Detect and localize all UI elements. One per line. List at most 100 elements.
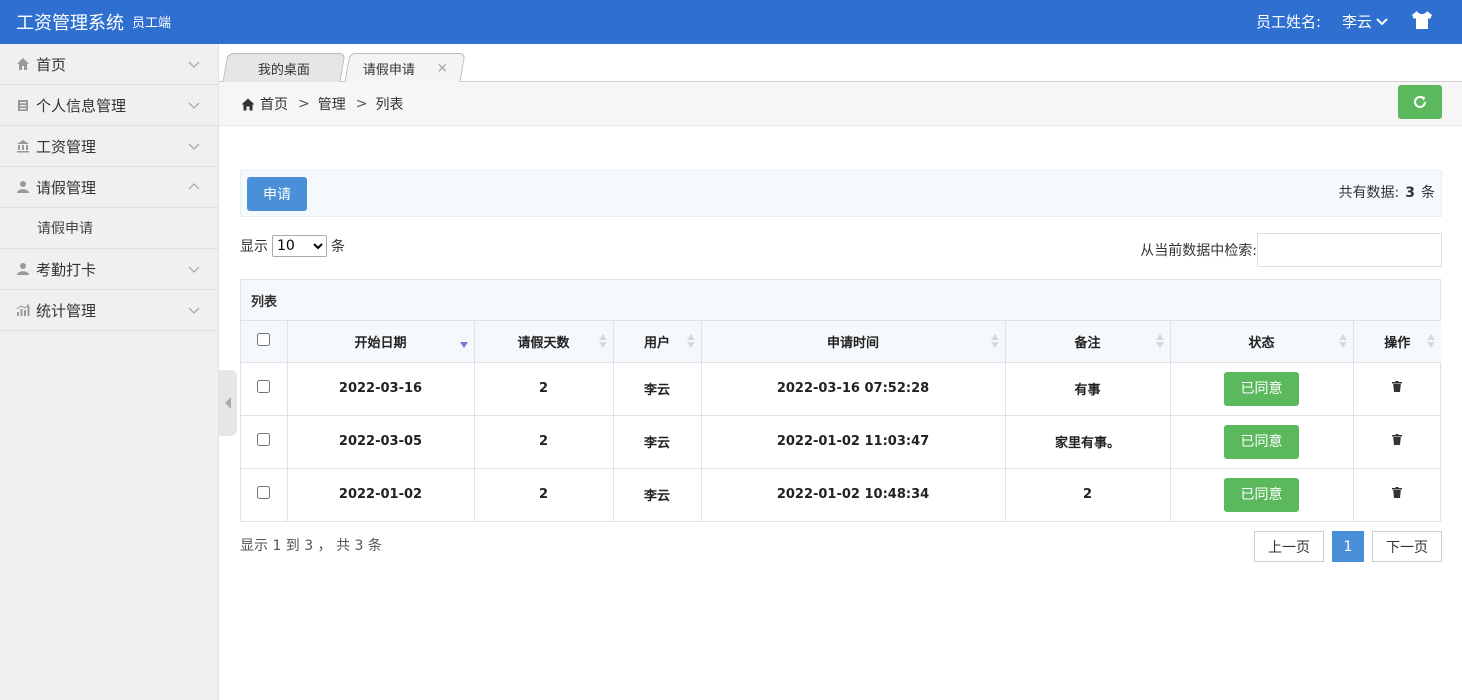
column-header-label: 操作 <box>1384 335 1411 351</box>
trash-icon[interactable] <box>1392 434 1403 445</box>
sidebar-item-attendance[interactable]: 考勤打卡 <box>0 249 218 290</box>
cell-user: 李云 <box>613 468 702 521</box>
cell-days: 2 <box>474 415 614 469</box>
breadcrumb-home[interactable]: 首页 <box>260 94 288 114</box>
cell-start-date: 2022-03-05 <box>287 415 475 469</box>
sort-icon <box>1155 334 1164 348</box>
app-title: 工资管理系统 <box>16 13 124 34</box>
cell-actions <box>1353 468 1441 521</box>
sidebar-collapse-handle[interactable] <box>219 370 237 436</box>
length-suffix: 条 <box>331 239 345 255</box>
chevron-down-icon <box>188 307 200 314</box>
breadcrumb-level2[interactable]: 管理 <box>318 94 346 114</box>
sort-icon <box>598 334 607 348</box>
page-length: 显示 10 条 <box>240 235 345 257</box>
column-header-user[interactable]: 用户 <box>613 321 702 363</box>
chevron-down-icon <box>188 61 200 68</box>
sidebar-subitem-leave-apply[interactable]: 请假申请 <box>0 208 218 249</box>
trash-icon[interactable] <box>1392 381 1403 392</box>
sidebar: 首页 个人信息管理 工资管理 请假管理 请假申请 考勤打卡 统计管理 <box>0 44 219 700</box>
shirt-icon[interactable] <box>1411 10 1433 30</box>
row-select-cell <box>241 468 288 521</box>
tab-desktop[interactable]: 我的桌面 <box>222 53 346 82</box>
table-row: 2022-03-05 2 李云 2022-01-02 11:03:47 家里有事… <box>241 415 1441 469</box>
list-panel: 列表 开始日期 请假天数 用户 申请时间 备注 状态 操作 2022-03-16… <box>240 279 1441 522</box>
cell-apply-time: 2022-01-02 10:48:34 <box>701 468 1006 521</box>
refresh-button[interactable] <box>1398 85 1442 119</box>
cell-start-date: 2022-01-02 <box>287 468 475 521</box>
cell-status: 已同意 <box>1170 362 1354 416</box>
chevron-down-icon <box>188 143 200 150</box>
sidebar-item-profile[interactable]: 个人信息管理 <box>0 85 218 126</box>
chevron-up-icon <box>188 183 200 190</box>
prev-page-button[interactable]: 上一页 <box>1254 531 1324 562</box>
column-header-start-date[interactable]: 开始日期 <box>287 321 475 363</box>
column-header-label: 申请时间 <box>826 335 879 351</box>
clipboard-icon <box>18 100 28 111</box>
row-checkbox[interactable] <box>257 486 271 500</box>
column-header-apply-time[interactable]: 申请时间 <box>701 321 1006 363</box>
status-badge[interactable]: 已同意 <box>1224 424 1299 459</box>
tab-label: 我的桌面 <box>257 62 310 78</box>
cell-note: 有事 <box>1005 362 1171 416</box>
page-1-button[interactable]: 1 <box>1332 531 1364 562</box>
sidebar-item-home[interactable]: 首页 <box>0 44 218 85</box>
sidebar-item-label: 统计管理 <box>36 301 97 320</box>
user-label: 员工姓名: <box>1256 13 1322 31</box>
user-menu[interactable]: 李云 <box>1342 11 1388 32</box>
column-header-label: 状态 <box>1248 335 1275 351</box>
total-number: 3 <box>1405 185 1415 201</box>
cell-note: 2 <box>1005 468 1171 521</box>
sidebar-item-label: 个人信息管理 <box>36 96 127 115</box>
sidebar-item-salary[interactable]: 工资管理 <box>0 126 218 167</box>
page-length-select[interactable]: 10 <box>272 235 327 257</box>
close-icon[interactable]: × <box>436 61 447 76</box>
cell-days: 2 <box>474 468 614 521</box>
sidebar-item-leave[interactable]: 请假管理 <box>0 167 218 208</box>
chevron-down-icon <box>1376 17 1388 25</box>
tab-bar: 我的桌面 请假申请 × <box>219 44 1462 82</box>
row-select-cell <box>241 362 288 416</box>
sort-icon <box>1338 334 1347 348</box>
user-icon <box>17 181 29 193</box>
search-label: 从当前数据中检索: <box>1140 243 1257 259</box>
column-header-label: 开始日期 <box>354 335 407 351</box>
column-header-days[interactable]: 请假天数 <box>474 321 614 363</box>
cell-actions <box>1353 362 1441 416</box>
apply-button[interactable]: 申请 <box>247 177 307 211</box>
column-header-actions[interactable]: 操作 <box>1353 321 1441 363</box>
breadcrumb-separator: > <box>355 96 368 112</box>
sidebar-item-label: 考勤打卡 <box>36 260 97 279</box>
row-checkbox[interactable] <box>257 433 271 446</box>
table-row: 2022-03-16 2 李云 2022-03-16 07:52:28 有事 已… <box>241 362 1441 416</box>
row-select-cell <box>241 415 288 469</box>
cell-user: 李云 <box>613 415 702 469</box>
column-header-status[interactable]: 状态 <box>1170 321 1354 363</box>
row-checkbox[interactable] <box>257 380 271 393</box>
user-icon <box>17 263 29 275</box>
status-badge[interactable]: 已同意 <box>1224 371 1299 406</box>
column-header-note[interactable]: 备注 <box>1005 321 1171 363</box>
user-name: 李云 <box>1342 13 1373 31</box>
length-prefix: 显示 <box>240 239 268 255</box>
column-header-label: 请假天数 <box>517 335 570 351</box>
cell-user: 李云 <box>613 362 702 416</box>
app-subtitle: 员工端 <box>132 16 172 31</box>
sidebar-item-label: 工资管理 <box>36 137 97 156</box>
next-page-button[interactable]: 下一页 <box>1372 531 1442 562</box>
cell-actions <box>1353 415 1441 469</box>
select-all-checkbox[interactable] <box>257 332 271 346</box>
trash-icon[interactable] <box>1392 487 1403 499</box>
table-header-row: 开始日期 请假天数 用户 申请时间 备注 状态 操作 <box>241 321 1441 363</box>
tab-leave-apply[interactable]: 请假申请 × <box>344 53 466 82</box>
breadcrumb-level3: 列表 <box>375 97 404 113</box>
search-input[interactable] <box>1257 233 1442 267</box>
sort-icon <box>990 334 999 348</box>
breadcrumb-bar: 首页 > 管理 > 列表 <box>219 82 1462 126</box>
total-suffix: 条 <box>1421 185 1435 201</box>
cell-status: 已同意 <box>1170 468 1354 521</box>
cell-apply-time: 2022-01-02 11:03:47 <box>701 415 1006 469</box>
chart-icon <box>16 303 30 316</box>
status-badge[interactable]: 已同意 <box>1224 477 1299 512</box>
sidebar-item-statistics[interactable]: 统计管理 <box>0 290 218 331</box>
